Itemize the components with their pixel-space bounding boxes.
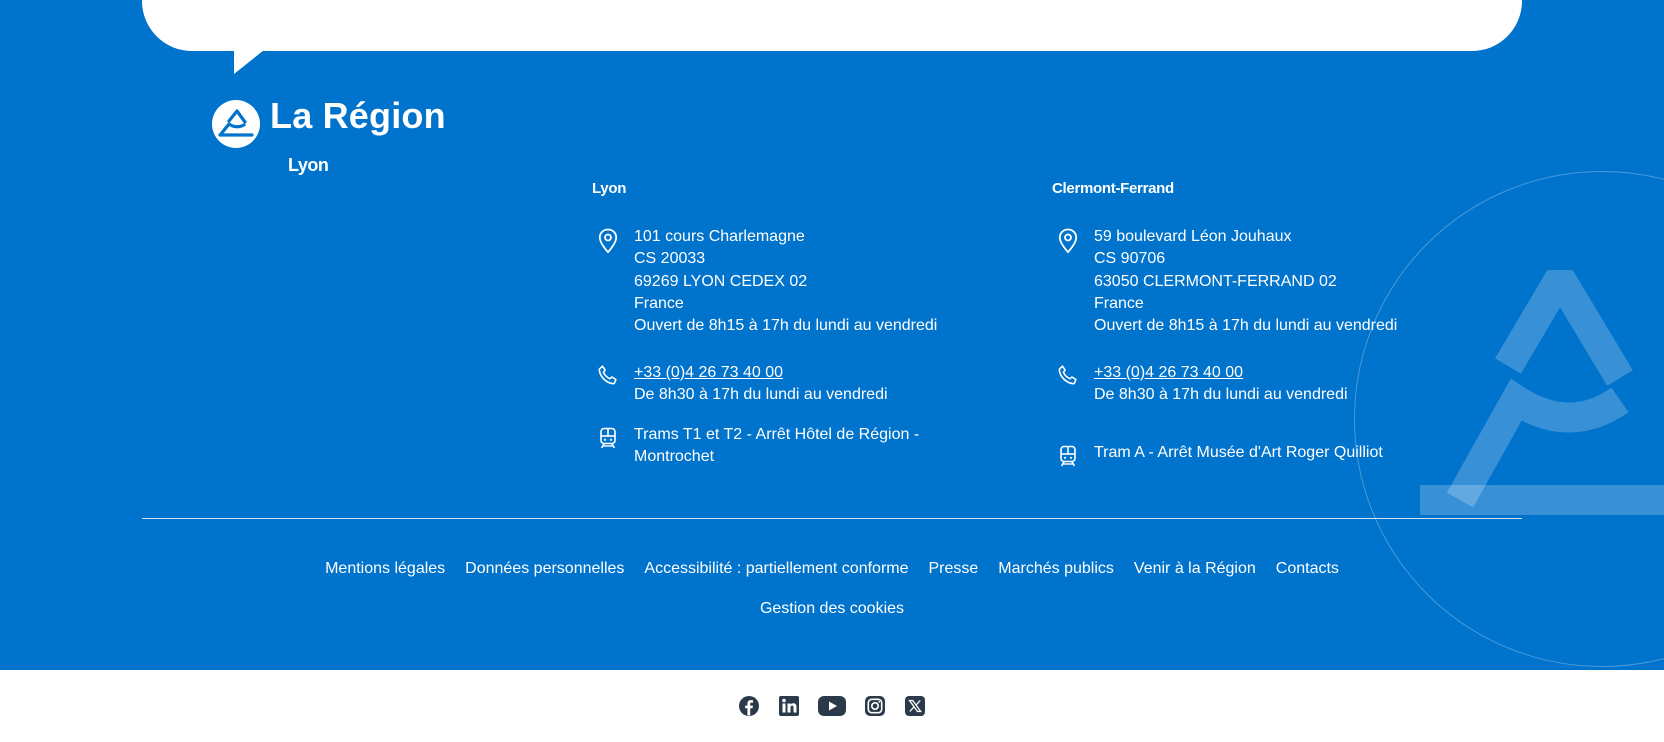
address-line: 101 cours Charlemagne	[634, 228, 805, 245]
youtube-icon[interactable]	[818, 696, 846, 716]
phone-link[interactable]: +33 (0)4 26 73 40 00	[1094, 364, 1243, 381]
content-bubble	[142, 0, 1522, 51]
location-pin-icon	[584, 226, 632, 254]
tram-icon	[584, 424, 632, 450]
phone-icon	[584, 362, 632, 386]
office-clermont-phone: +33 (0)4 26 73 40 00 De 8h30 à 17h du lu…	[1044, 362, 1348, 407]
address-line: CS 20033	[634, 250, 706, 268]
x-icon[interactable]	[904, 695, 926, 717]
address-line: 63050 CLERMONT-FERRAND 02	[1094, 272, 1337, 290]
footer-divider	[142, 518, 1522, 519]
footer-link-mentions-legales[interactable]: Mentions légales	[325, 560, 445, 578]
office-clermont-transport: Tram A - Arrêt Musée d'Art Roger Quillio…	[1044, 442, 1383, 468]
transport-line: Montrochet	[634, 448, 715, 466]
phone-link[interactable]: +33 (0)4 26 73 40 00	[634, 364, 783, 381]
office-lyon-transport: Trams T1 et T2 - Arrêt Hôtel de Région -…	[584, 424, 919, 469]
office-clermont-title: Clermont-Ferrand	[1052, 180, 1174, 197]
tram-icon	[1044, 442, 1092, 468]
address-line: France	[634, 294, 684, 312]
footer-link-contacts[interactable]: Contacts	[1276, 560, 1339, 578]
social-links	[0, 670, 1664, 742]
footer-link-accessibilite[interactable]: Accessibilité : partiellement conforme	[644, 560, 908, 578]
region-logo-name: La Région	[270, 95, 446, 136]
site-footer: La Région Lyon Lyon 101 cours Charlemagn…	[0, 0, 1664, 670]
address-line: France	[1094, 294, 1144, 312]
region-logo-mark-icon	[212, 100, 260, 148]
linkedin-icon[interactable]	[778, 695, 800, 717]
opening-hours: Ouvert de 8h15 à 17h du lundi au vendred…	[1094, 317, 1398, 335]
decorative-logo-icon	[1420, 270, 1664, 515]
location-pin-icon	[1044, 226, 1092, 254]
footer-link-presse[interactable]: Presse	[929, 560, 979, 578]
transport-line: Tram A - Arrêt Musée d'Art Roger Quillio…	[1094, 444, 1383, 461]
address-line: 59 boulevard Léon Jouhaux	[1094, 228, 1292, 245]
footer-link-marches-publics[interactable]: Marchés publics	[998, 560, 1114, 578]
office-lyon-address: 101 cours Charlemagne CS 20033 69269 LYO…	[584, 226, 937, 337]
region-logo[interactable]: La Région	[212, 95, 446, 148]
footer-links: Mentions légales Données personnelles Ac…	[142, 560, 1522, 618]
address-line: 69269 LYON CEDEX 02	[634, 272, 808, 290]
office-lyon-phone: +33 (0)4 26 73 40 00 De 8h30 à 17h du lu…	[584, 362, 888, 407]
facebook-icon[interactable]	[738, 695, 760, 717]
transport-line: Trams T1 et T2 - Arrêt Hôtel de Région -	[634, 426, 920, 443]
footer-link-donnees-personnelles[interactable]: Données personnelles	[465, 560, 624, 578]
opening-hours: Ouvert de 8h15 à 17h du lundi au vendred…	[634, 317, 938, 335]
phone-icon	[1044, 362, 1092, 386]
office-clermont-address: 59 boulevard Léon Jouhaux CS 90706 63050…	[1044, 226, 1397, 337]
footer-link-venir-a-la-region[interactable]: Venir à la Région	[1134, 560, 1256, 578]
phone-hours: De 8h30 à 17h du lundi au vendredi	[1094, 386, 1348, 404]
office-lyon-title: Lyon	[592, 180, 627, 197]
bubble-tail	[234, 50, 264, 74]
region-logo-subtitle: Lyon	[288, 155, 329, 175]
footer-link-gestion-cookies[interactable]: Gestion des cookies	[760, 600, 904, 618]
address-line: CS 90706	[1094, 250, 1166, 268]
instagram-icon[interactable]	[864, 695, 886, 717]
phone-hours: De 8h30 à 17h du lundi au vendredi	[634, 386, 888, 404]
